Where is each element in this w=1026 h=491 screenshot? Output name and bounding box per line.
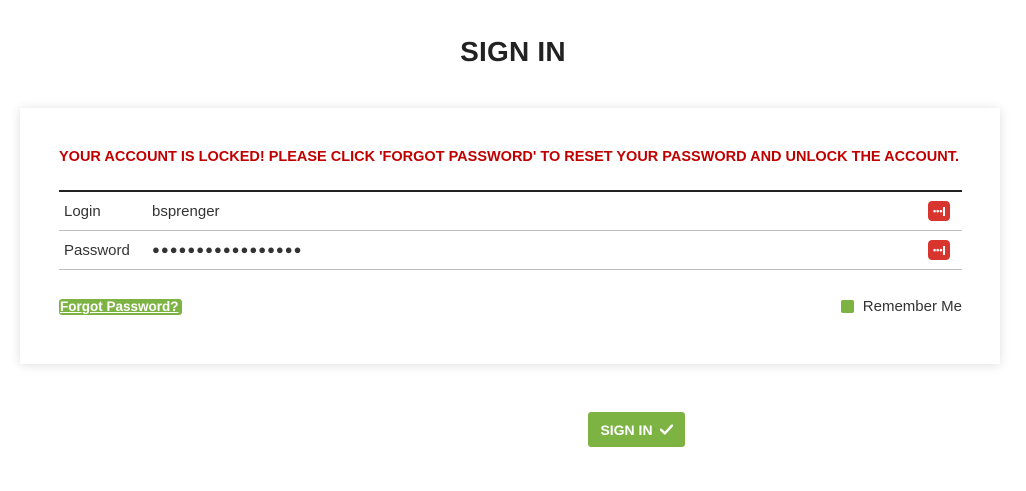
sign-in-button-label: SIGN IN (600, 421, 653, 438)
page-title: SIGN IN (460, 36, 566, 67)
sign-in-button[interactable]: SIGN IN (588, 412, 685, 447)
login-label: Login (64, 202, 101, 220)
forgot-password-link[interactable]: Forgot Password? (59, 299, 182, 315)
password-row: Password ●●●●●●●●●●●●●●●●● ••• (59, 231, 962, 270)
password-input[interactable]: ●●●●●●●●●●●●●●●●● (152, 238, 962, 262)
password-manager-icon[interactable]: ••• (928, 201, 950, 221)
password-label: Password (64, 241, 130, 259)
remember-me-toggle[interactable]: Remember Me (840, 298, 962, 315)
signin-form: Login ••• Password ●●●●●●●●●●●●●●●●● ••• (59, 190, 962, 270)
password-manager-icon[interactable]: ••• (928, 240, 950, 260)
remember-me-label: Remember Me (862, 298, 962, 315)
remember-me-checkbox[interactable] (840, 300, 854, 313)
checkmark-icon (659, 424, 673, 435)
account-locked-alert: YOUR ACCOUNT IS LOCKED! PLEASE CLICK 'FO… (59, 149, 960, 165)
signin-card: YOUR ACCOUNT IS LOCKED! PLEASE CLICK 'FO… (20, 108, 1000, 364)
login-row: Login ••• (59, 192, 962, 231)
login-input[interactable] (152, 199, 962, 223)
